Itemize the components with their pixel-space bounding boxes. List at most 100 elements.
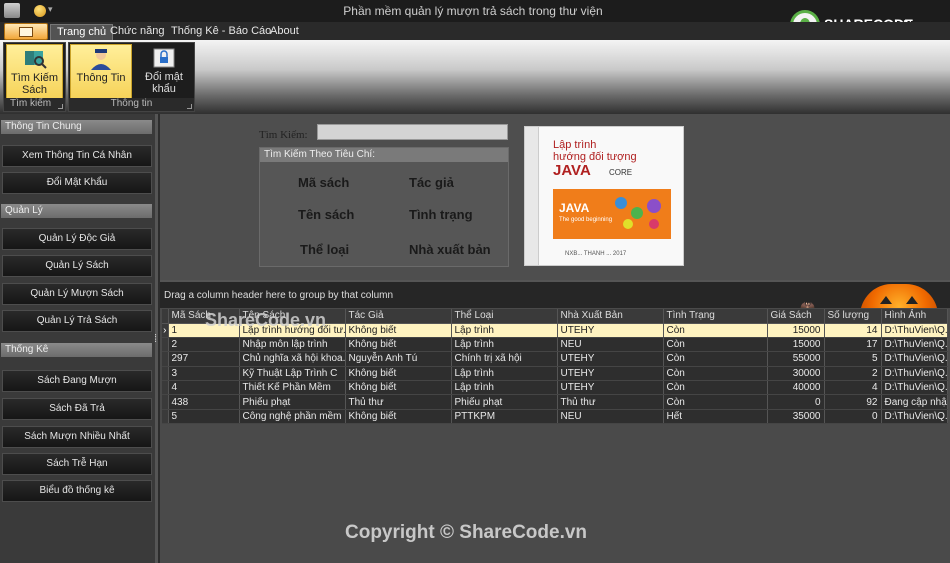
table-cell[interactable]: UTEHY bbox=[557, 366, 664, 382]
group-expand-icon[interactable] bbox=[187, 104, 192, 109]
table-cell[interactable]: 5 bbox=[168, 409, 240, 425]
table-cell[interactable]: D:\ThuVien\Q... bbox=[881, 380, 948, 396]
section-thong-ke[interactable]: Thống Kê bbox=[1, 343, 152, 357]
table-row[interactable]: 5 Công nghệ phần mềm Không biết PTTKPM NEU Hế… bbox=[162, 409, 948, 425]
table-cell[interactable]: 2 bbox=[824, 366, 882, 382]
criteria-tinh-trang[interactable]: Tình trạng bbox=[409, 207, 473, 222]
table-cell[interactable]: Không biết bbox=[345, 380, 452, 396]
table-row[interactable]: 2 Nhập môn lập trình Không biết Lập trình NE… bbox=[162, 337, 948, 353]
sach-tre-han-button[interactable]: Sách Trễ Hạn bbox=[2, 453, 152, 475]
criteria-tac-gia[interactable]: Tác giả bbox=[409, 175, 454, 190]
table-cell[interactable]: Công nghệ phần mềm bbox=[239, 409, 346, 425]
column-header-hinh-anh[interactable]: Hình Ảnh bbox=[881, 309, 948, 324]
table-cell[interactable]: Không biết bbox=[345, 337, 452, 353]
table-cell[interactable]: 2 bbox=[168, 337, 240, 353]
table-row[interactable]: 4 Thiết Kế Phần Mềm Không biết Lập trình UTE… bbox=[162, 380, 948, 396]
table-cell[interactable]: UTEHY bbox=[557, 351, 664, 367]
tim-kiem-sach-button[interactable]: Tìm Kiếm Sách bbox=[6, 44, 63, 99]
table-cell[interactable]: Còn bbox=[663, 337, 768, 353]
table-cell[interactable]: Chủ nghĩa xã hội khoa... bbox=[239, 351, 346, 367]
group-expand-icon[interactable] bbox=[58, 104, 63, 109]
column-header-tinh-trang[interactable]: Tình Trạng bbox=[663, 309, 768, 324]
table-row[interactable]: 297 Chủ nghĩa xã hội khoa... Nguyễn Anh Tú… bbox=[162, 351, 948, 367]
sach-dang-muon-button[interactable]: Sách Đang Mượn bbox=[2, 370, 152, 392]
criteria-ma-sach[interactable]: Mã sách bbox=[298, 175, 349, 190]
table-cell[interactable]: D:\ThuVien\Q... bbox=[881, 366, 948, 382]
doi-mat-khau-button[interactable]: Đổi mật khẩu bbox=[134, 44, 194, 99]
table-cell[interactable]: Nhập môn lập trình bbox=[239, 337, 346, 353]
table-cell[interactable]: 5 bbox=[824, 351, 882, 367]
table-cell[interactable]: 0 bbox=[767, 394, 825, 410]
table-cell[interactable]: UTEHY bbox=[557, 380, 664, 396]
table-cell[interactable]: 3 bbox=[168, 366, 240, 382]
group-by-panel[interactable]: Drag a column header here to group by th… bbox=[160, 280, 950, 308]
table-cell[interactable]: 438 bbox=[168, 394, 240, 410]
thong-tin-button[interactable]: Thông Tin bbox=[70, 44, 132, 99]
tab-thong-ke-bao-cao[interactable]: Thống Kê - Báo Cáo bbox=[165, 24, 277, 40]
table-cell[interactable]: Còn bbox=[663, 323, 768, 338]
column-header-so-luong[interactable]: Số lượng bbox=[824, 309, 882, 324]
table-row[interactable]: 3 Kỹ Thuật Lập Trình C Không biết Lập trình… bbox=[162, 366, 948, 382]
tab-about[interactable]: About bbox=[264, 24, 305, 40]
table-cell[interactable]: Không biết bbox=[345, 409, 452, 425]
table-cell[interactable]: 17 bbox=[824, 337, 882, 353]
table-cell[interactable]: 30000 bbox=[767, 366, 825, 382]
table-cell[interactable]: UTEHY bbox=[557, 323, 664, 338]
table-cell[interactable]: Lập trình bbox=[451, 380, 558, 396]
table-cell[interactable]: 40000 bbox=[767, 380, 825, 396]
table-cell[interactable]: 55000 bbox=[767, 351, 825, 367]
table-cell[interactable]: Còn bbox=[663, 351, 768, 367]
table-cell[interactable]: Đang cập nhật bbox=[881, 394, 948, 410]
table-cell[interactable]: NEU bbox=[557, 337, 664, 353]
bieu-do-thong-ke-button[interactable]: Biểu đồ thống kê bbox=[2, 480, 152, 502]
criteria-ten-sach[interactable]: Tên sách bbox=[298, 207, 354, 222]
table-cell[interactable]: Thủ thư bbox=[345, 394, 452, 410]
column-header-the-loai[interactable]: Thể Loại bbox=[451, 309, 558, 324]
table-cell[interactable]: Phiếu phạt bbox=[451, 394, 558, 410]
table-cell[interactable]: Chính trị xã hội bbox=[451, 351, 558, 367]
table-cell[interactable]: Lập trình bbox=[451, 323, 558, 338]
table-cell[interactable]: Không biết bbox=[345, 366, 452, 382]
table-cell[interactable]: D:\ThuVien\Q... bbox=[881, 409, 948, 425]
sach-da-tra-button[interactable]: Sách Đã Trả bbox=[2, 398, 152, 420]
tab-chuc-nang[interactable]: Chức năng bbox=[104, 24, 170, 40]
table-cell[interactable]: 15000 bbox=[767, 337, 825, 353]
table-cell[interactable]: Nguyễn Anh Tú bbox=[345, 351, 452, 367]
table-cell[interactable]: 0 bbox=[824, 409, 882, 425]
table-cell[interactable]: NEU bbox=[557, 409, 664, 425]
table-cell[interactable]: D:\ThuVien\Q... bbox=[881, 351, 948, 367]
section-quan-ly[interactable]: Quản Lý bbox=[1, 204, 152, 218]
table-cell[interactable]: 15000 bbox=[767, 323, 825, 338]
table-cell[interactable]: Lập trình bbox=[451, 366, 558, 382]
table-cell[interactable]: 35000 bbox=[767, 409, 825, 425]
table-cell[interactable]: 4 bbox=[168, 380, 240, 396]
table-cell[interactable]: 4 bbox=[824, 380, 882, 396]
column-header-nha-xuat-ban[interactable]: Nhà Xuất Bản bbox=[557, 309, 664, 324]
section-thong-tin-chung[interactable]: Thông Tin Chung bbox=[1, 120, 152, 134]
table-cell[interactable]: 297 bbox=[168, 351, 240, 367]
table-cell[interactable]: Thủ thư bbox=[557, 394, 664, 410]
table-cell[interactable]: D:\ThuVien\Q... bbox=[881, 337, 948, 353]
table-row[interactable]: 438 Phiếu phạt Thủ thư Phiếu phạt Thủ thư Còn… bbox=[162, 394, 948, 410]
table-cell[interactable]: D:\ThuVien\Q... bbox=[881, 323, 948, 338]
quan-ly-sach-button[interactable]: Quản Lý Sách bbox=[2, 255, 152, 277]
table-cell[interactable]: Phiếu phạt bbox=[239, 394, 346, 410]
table-cell[interactable]: PTTKPM bbox=[451, 409, 558, 425]
criteria-nha-xuat-ban[interactable]: Nhà xuất bản bbox=[409, 242, 491, 257]
table-cell[interactable]: 92 bbox=[824, 394, 882, 410]
table-cell[interactable]: 14 bbox=[824, 323, 882, 338]
table-cell[interactable]: Kỹ Thuật Lập Trình C bbox=[239, 366, 346, 382]
table-cell[interactable]: Thiết Kế Phần Mềm bbox=[239, 380, 346, 396]
panel-splitter-handle[interactable]: ⁞ bbox=[154, 333, 157, 345]
table-cell[interactable]: Hết bbox=[663, 409, 768, 425]
table-cell[interactable]: Không biết bbox=[345, 323, 452, 338]
xem-thong-tin-ca-nhan-button[interactable]: Xem Thông Tin Cá Nhân bbox=[2, 145, 152, 167]
doi-mat-khau-nav-button[interactable]: Đổi Mật Khẩu bbox=[2, 172, 152, 194]
column-header-tac-gia[interactable]: Tác Giả bbox=[345, 309, 452, 324]
sach-muon-nhieu-nhat-button[interactable]: Sách Mượn Nhiều Nhất bbox=[2, 426, 152, 448]
table-cell[interactable]: Lập trình bbox=[451, 337, 558, 353]
table-cell[interactable]: Còn bbox=[663, 380, 768, 396]
quan-ly-doc-gia-button[interactable]: Quản Lý Độc Giả bbox=[2, 228, 152, 250]
criteria-the-loai[interactable]: Thể loại bbox=[300, 242, 349, 257]
quan-ly-muon-sach-button[interactable]: Quản Lý Mượn Sách bbox=[2, 283, 152, 305]
